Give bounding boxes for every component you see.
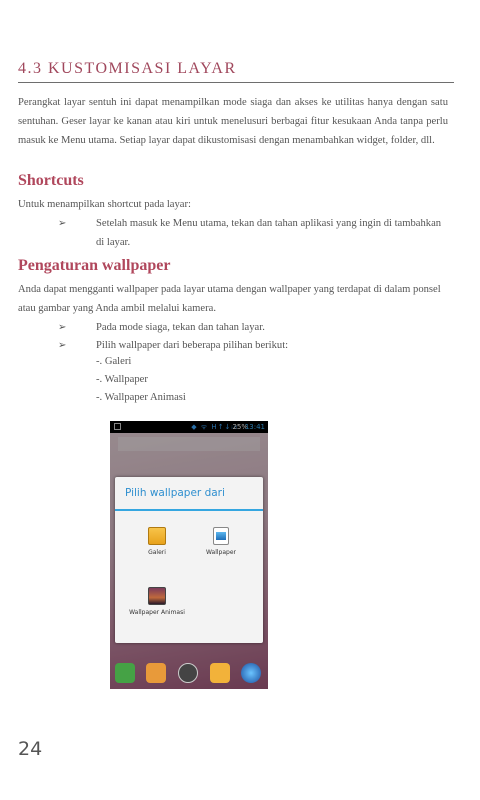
section-title: 4.3 KUSTOMISASI LAYAR [18, 60, 454, 83]
dialog-title: Pilih wallpaper dari [125, 487, 225, 499]
shortcuts-heading: Shortcuts [18, 172, 84, 189]
sub-item-galeri: -. Galeri [96, 356, 132, 367]
bullet-arrow-icon: ➢ [58, 322, 67, 333]
contacts-icon[interactable] [146, 663, 166, 683]
bullet-text: Setelah masuk ke Menu utama, tekan dan t… [96, 218, 442, 248]
wallpaper-chooser-dialog: Pilih wallpaper dari Galeri Wallpaper Wa… [115, 477, 263, 643]
wallpaper-heading: Pengaturan wallpaper [18, 257, 171, 274]
page-number: 24 [18, 738, 43, 760]
option-label: Galeri [148, 549, 166, 556]
wallpaper-bullet: ➢ Pada mode siaga, tekan dan tahan layar… [58, 318, 448, 337]
phone-icon[interactable] [115, 663, 135, 683]
wallpaper-icon [213, 527, 229, 545]
browser-icon[interactable] [241, 663, 261, 683]
app-drawer-icon[interactable] [178, 663, 198, 683]
sub-item-wallpaper: -. Wallpaper [96, 374, 148, 385]
intro-paragraph: Perangkat layar sentuh ini dapat menampi… [18, 97, 448, 146]
shortcuts-description: Untuk menampilkan shortcut pada layar: [18, 199, 191, 210]
wallpaper-description: Anda dapat mengganti wallpaper pada laya… [18, 284, 441, 314]
shortcuts-bullet: ➢ Setelah masuk ke Menu utama, tekan dan… [58, 214, 448, 252]
bullet-text: Pilih wallpaper dari beberapa pilihan be… [96, 340, 289, 351]
dialog-divider [115, 509, 263, 511]
option-wallpaper-animasi[interactable]: Wallpaper Animasi [127, 587, 187, 616]
sub-item-wallpaper-animasi: -. Wallpaper Animasi [96, 392, 186, 403]
gallery-icon [148, 527, 166, 545]
phone-screenshot: ◆ ᯤ H↑↓ᵢₗₗ 25% 13:41 Pilih wallpaper dar… [110, 421, 268, 689]
bullet-arrow-icon: ➢ [58, 340, 67, 351]
bullet-text: Pada mode siaga, tekan dan tahan layar. [96, 322, 265, 333]
option-wallpaper[interactable]: Wallpaper [191, 527, 251, 556]
option-galeri[interactable]: Galeri [127, 527, 187, 556]
bullet-arrow-icon: ➢ [58, 218, 67, 229]
messaging-icon[interactable] [210, 663, 230, 683]
app-dock [110, 659, 268, 687]
option-label: Wallpaper Animasi [129, 609, 185, 616]
live-wallpaper-icon [148, 587, 166, 605]
option-label: Wallpaper [205, 549, 236, 556]
